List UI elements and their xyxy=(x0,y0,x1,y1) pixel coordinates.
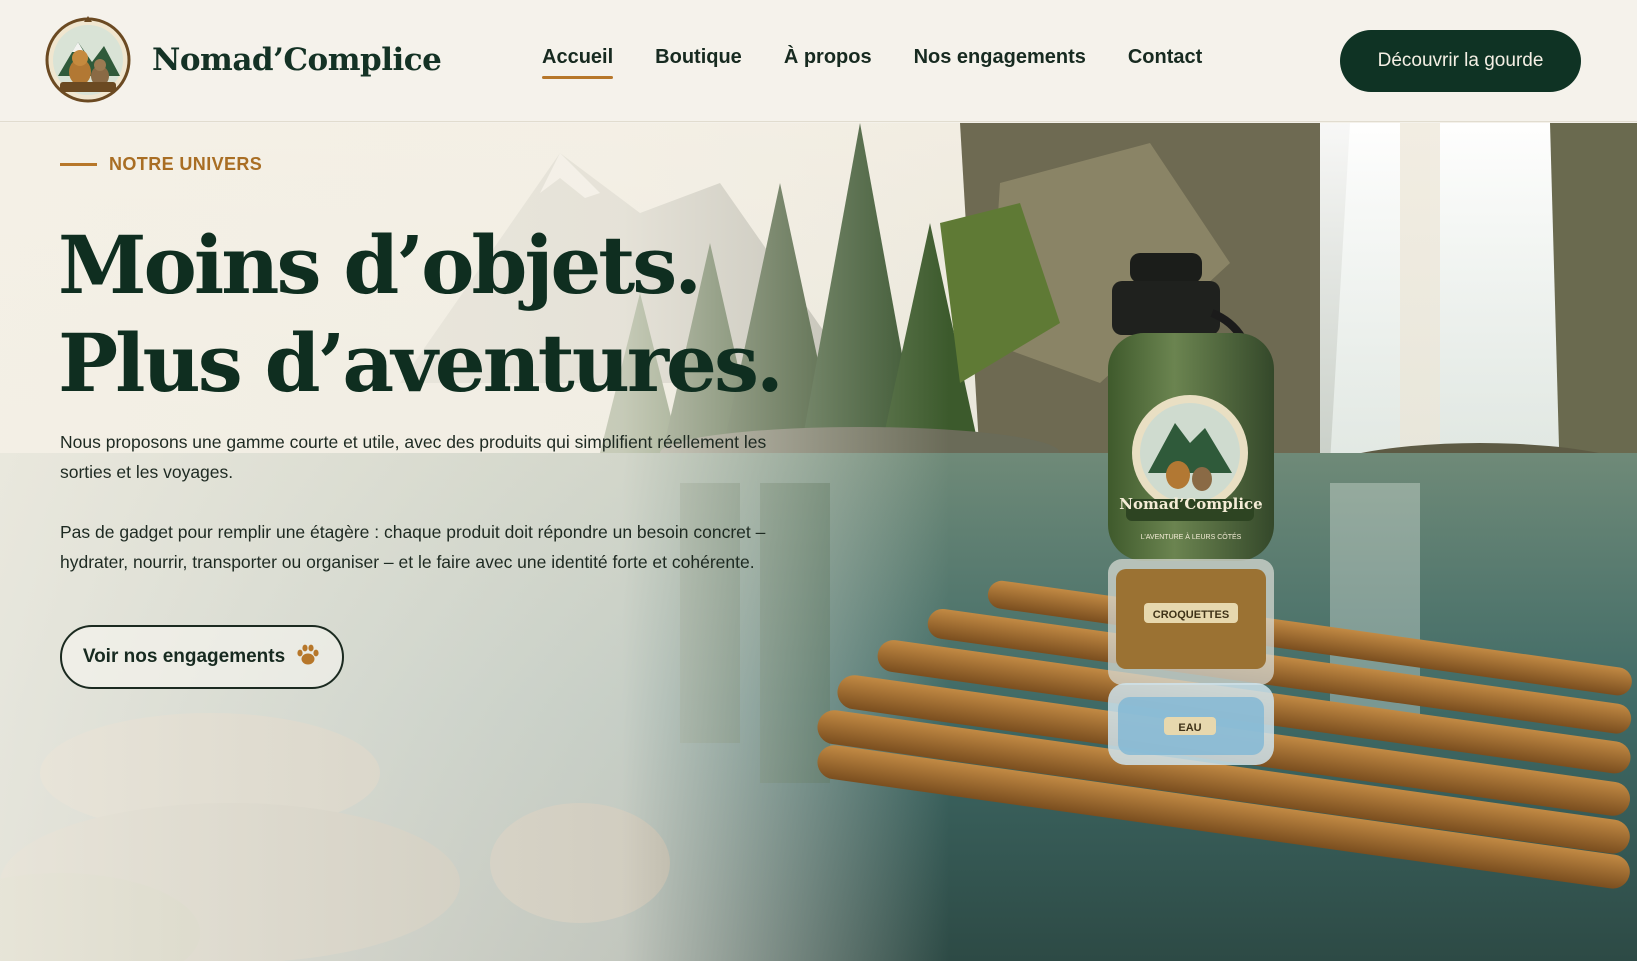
nav-item-accueil[interactable]: Accueil xyxy=(542,40,614,81)
nav-item-boutique[interactable]: Boutique xyxy=(655,40,742,81)
hero-paragraph-1: Nous proposons une gamme courte et utile… xyxy=(60,432,767,482)
site-header: Nomad’Complice Accueil Boutique À propos… xyxy=(0,0,1637,122)
eyebrow-text: NOTRE UNIVERS xyxy=(109,154,263,174)
headline-line-1: Moins d’objets. xyxy=(58,218,702,312)
nav-item-contact[interactable]: Contact xyxy=(1128,40,1202,81)
hero-headline: Moins d’objets. Plus d’aventures. xyxy=(58,216,784,412)
brand-name: Nomad’Complice xyxy=(152,42,442,78)
discover-bottle-button[interactable]: Découvrir la gourde xyxy=(1340,30,1581,92)
brand-logo[interactable]: Nomad’Complice xyxy=(44,14,442,106)
nav-item-nos-engagements[interactable]: Nos engagements xyxy=(914,40,1086,81)
bottle-tagline-text: L’AVENTURE À LEURS CÔTÉS xyxy=(1141,532,1242,541)
section-eyebrow: NOTRE UNIVERS xyxy=(60,154,262,175)
headline-line-2: Plus d’aventures. xyxy=(58,316,784,410)
water-label: EAU xyxy=(1178,722,1201,734)
nav-item-a-propos[interactable]: À propos xyxy=(784,40,872,81)
bottle-brand-text: Nomad’Complice xyxy=(1119,495,1262,513)
see-commitments-button[interactable]: Voir nos engagements xyxy=(60,625,344,689)
main-nav: Accueil Boutique À propos Nos engagement… xyxy=(542,40,1244,81)
kibble-label: CROQUETTES xyxy=(1153,609,1229,621)
paw-icon xyxy=(295,642,321,673)
see-commitments-label: Voir nos engagements xyxy=(82,646,286,667)
eyebrow-line xyxy=(60,163,97,166)
logo-badge-icon xyxy=(44,14,132,106)
hero-paragraph-2: Pas de gadget pour remplir une étagère :… xyxy=(60,522,766,572)
